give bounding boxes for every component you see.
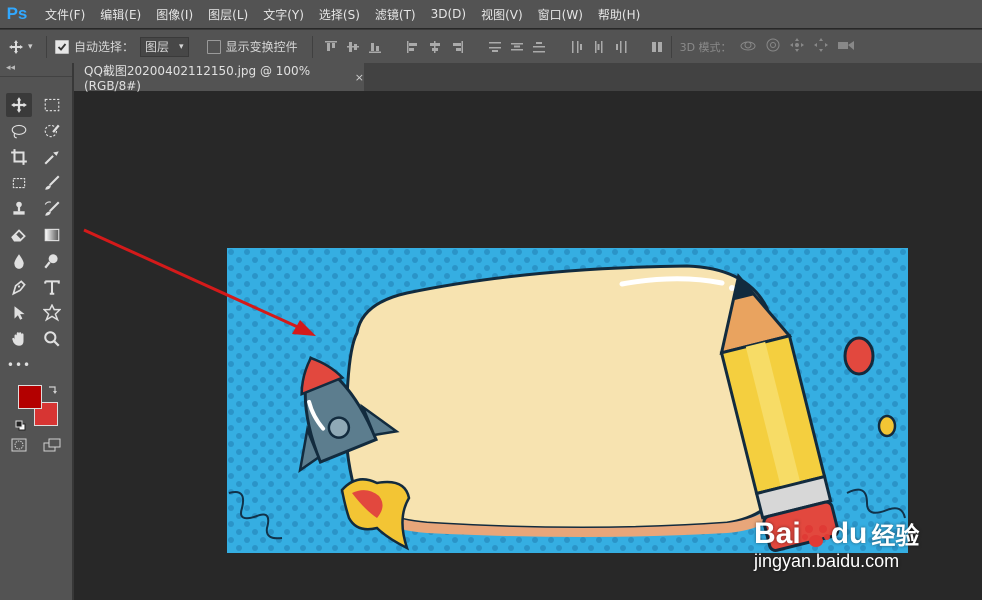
annotation-arrow bbox=[83, 228, 316, 336]
watermark-brand2: du bbox=[830, 516, 868, 550]
watermark-brand: Bai bbox=[754, 516, 801, 550]
watermark-url: jingyan.baidu.com bbox=[754, 551, 900, 571]
baidu-watermark: Bai du 经验 jingyan.baidu.com bbox=[754, 516, 919, 572]
watermark-suffix: 经验 bbox=[871, 523, 920, 550]
paw-icon bbox=[801, 524, 830, 547]
